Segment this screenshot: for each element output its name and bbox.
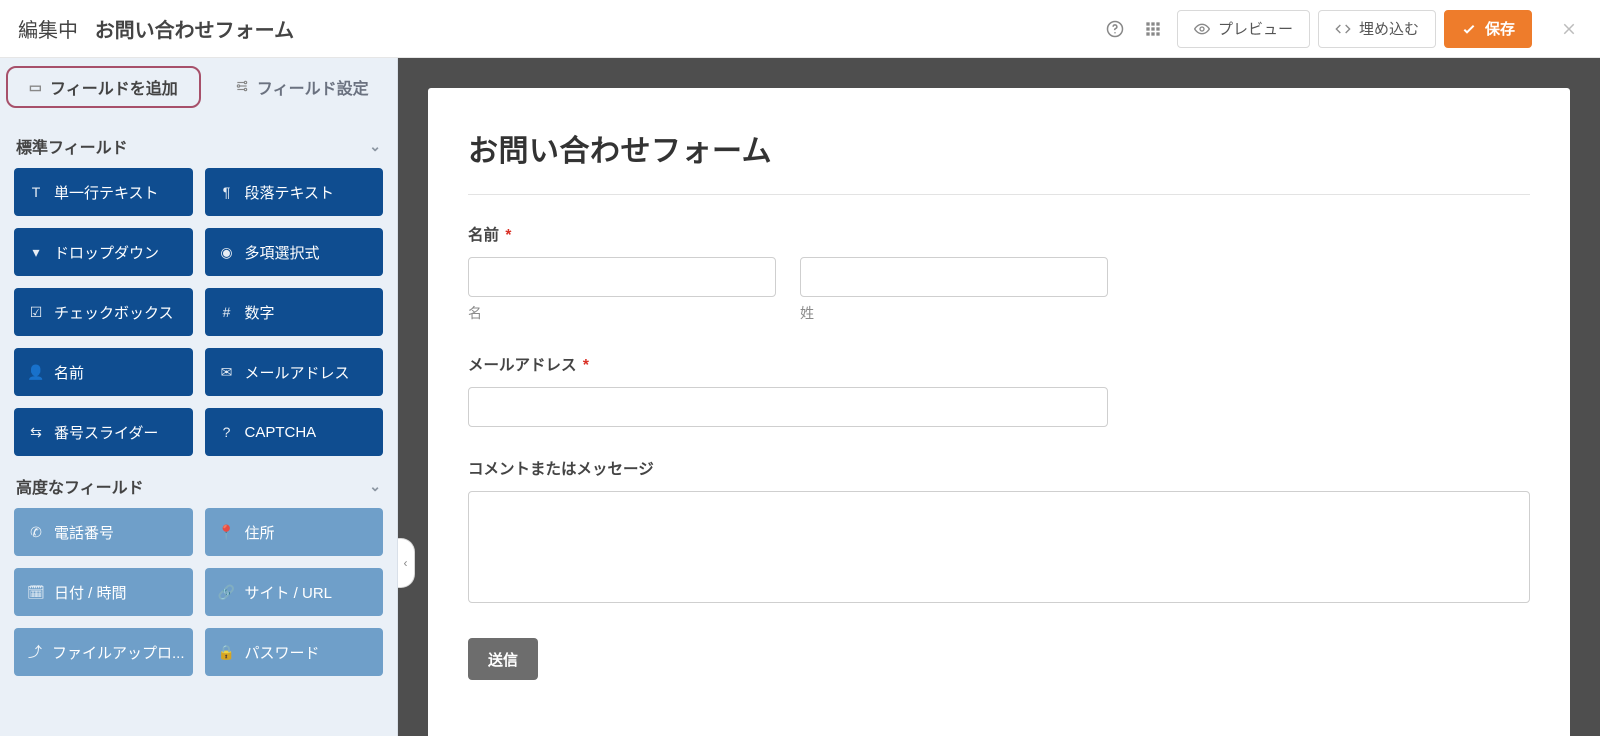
last-name-sublabel: 姓: [800, 303, 1108, 323]
field-tile-dropdown[interactable]: ▾ドロップダウン: [14, 228, 193, 276]
section-advanced-header[interactable]: 高度なフィールド ⌄: [14, 470, 383, 508]
comment-textarea[interactable]: [468, 491, 1530, 603]
field-tile-number[interactable]: #数字: [205, 288, 384, 336]
field-name[interactable]: 名前 * 名 姓: [468, 223, 1530, 323]
apps-grid-icon[interactable]: [1139, 15, 1167, 43]
chevron-down-icon: ⌄: [369, 138, 381, 155]
field-tile-address[interactable]: 📍住所: [205, 508, 384, 556]
link-icon: 🔗: [219, 584, 235, 601]
field-comment[interactable]: コメントまたはメッセージ: [468, 457, 1530, 608]
help-icon[interactable]: [1101, 15, 1129, 43]
embed-button[interactable]: 埋め込む: [1318, 10, 1436, 48]
save-button[interactable]: 保存: [1444, 10, 1532, 48]
code-icon: [1335, 21, 1351, 37]
required-mark: *: [505, 227, 511, 244]
field-tile-checkbox[interactable]: ☑チェックボックス: [14, 288, 193, 336]
field-tile-radio[interactable]: ◉多項選択式: [205, 228, 384, 276]
tab-field-settings-label: フィールド設定: [257, 75, 369, 99]
lock-icon: 🔒: [219, 644, 235, 661]
preview-label: プレビュー: [1218, 18, 1293, 39]
dropdown-icon: ▾: [28, 244, 44, 261]
save-label: 保存: [1485, 18, 1515, 39]
sidebar-tabs: ▭ フィールドを追加 フィールド設定: [0, 58, 397, 116]
field-tile-upload[interactable]: ⤴ファイルアップロ...: [14, 628, 193, 676]
field-name-label: 名前 *: [468, 223, 1530, 245]
pin-icon: 📍: [219, 524, 235, 541]
field-email-label: メールアドレス *: [468, 353, 1530, 375]
form-canvas[interactable]: ‹ お問い合わせフォーム 名前 * 名 姓: [398, 58, 1600, 736]
user-icon: 👤: [28, 364, 44, 381]
last-name-input[interactable]: [800, 257, 1108, 297]
hash-icon: #: [219, 304, 235, 320]
field-tile-phone[interactable]: ✆電話番号: [14, 508, 193, 556]
section-standard-label: 標準フィールド: [16, 134, 128, 158]
eye-icon: [1194, 21, 1210, 37]
field-tile-email[interactable]: ✉メールアドレス: [205, 348, 384, 396]
first-name-sublabel: 名: [468, 303, 776, 323]
calendar-icon: 🗓: [28, 584, 44, 601]
sidebar: ▭ フィールドを追加 フィールド設定 標準フィールド ⌄ T単一行テキスト ¶段…: [0, 58, 398, 736]
advanced-field-grid: ✆電話番号 📍住所 🗓日付 / 時間 🔗サイト / URL ⤴ファイルアップロ.…: [14, 508, 383, 676]
question-icon: ?: [219, 424, 235, 440]
field-comment-label: コメントまたはメッセージ: [468, 457, 1530, 479]
section-advanced-label: 高度なフィールド: [16, 474, 144, 498]
phone-icon: ✆: [28, 524, 44, 541]
checkbox-icon: ☑: [28, 304, 44, 321]
field-tile-text[interactable]: T単一行テキスト: [14, 168, 193, 216]
field-tile-name[interactable]: 👤名前: [14, 348, 193, 396]
window-icon: ▭: [29, 79, 42, 96]
close-icon[interactable]: [1550, 10, 1588, 48]
field-tile-captcha[interactable]: ?CAPTCHA: [205, 408, 384, 456]
slider-icon: ⇆: [28, 424, 44, 441]
tab-add-field-label: フィールドを追加: [50, 75, 178, 99]
upload-icon: ⤴: [28, 642, 42, 662]
field-tile-url[interactable]: 🔗サイト / URL: [205, 568, 384, 616]
tab-add-field[interactable]: ▭ フィールドを追加: [6, 66, 201, 108]
required-mark: *: [583, 357, 589, 374]
radio-icon: ◉: [219, 244, 235, 261]
editing-prefix: 編集中: [18, 20, 78, 42]
sidebar-scroll[interactable]: 標準フィールド ⌄ T単一行テキスト ¶段落テキスト ▾ドロップダウン ◉多項選…: [0, 116, 397, 736]
field-email[interactable]: メールアドレス *: [468, 353, 1530, 427]
field-tile-paragraph[interactable]: ¶段落テキスト: [205, 168, 384, 216]
tab-field-settings[interactable]: フィールド設定: [207, 58, 398, 116]
page-title: 編集中 お問い合わせフォーム: [18, 14, 294, 43]
sliders-icon: [235, 79, 249, 96]
field-tile-password[interactable]: 🔒パスワード: [205, 628, 384, 676]
form-card: お問い合わせフォーム 名前 * 名 姓: [428, 88, 1570, 736]
standard-field-grid: T単一行テキスト ¶段落テキスト ▾ドロップダウン ◉多項選択式 ☑チェックボッ…: [14, 168, 383, 456]
check-icon: [1461, 21, 1477, 37]
chevron-down-icon: ⌄: [369, 478, 381, 495]
first-name-input[interactable]: [468, 257, 776, 297]
paragraph-icon: ¶: [219, 184, 235, 200]
text-icon: T: [28, 184, 44, 200]
field-tile-slider[interactable]: ⇆番号スライダー: [14, 408, 193, 456]
mail-icon: ✉: [219, 364, 235, 381]
email-input[interactable]: [468, 387, 1108, 427]
divider: [468, 194, 1530, 195]
sidebar-collapse-handle[interactable]: ‹: [398, 538, 415, 588]
section-standard-header[interactable]: 標準フィールド ⌄: [14, 130, 383, 168]
field-tile-date[interactable]: 🗓日付 / 時間: [14, 568, 193, 616]
topbar: 編集中 お問い合わせフォーム プレビュー 埋め込む 保存: [0, 0, 1600, 58]
embed-label: 埋め込む: [1359, 18, 1419, 39]
submit-button[interactable]: 送信: [468, 638, 538, 680]
form-name: お問い合わせフォーム: [95, 20, 294, 42]
form-title: お問い合わせフォーム: [468, 126, 1530, 170]
main-layout: ▭ フィールドを追加 フィールド設定 標準フィールド ⌄ T単一行テキスト ¶段…: [0, 58, 1600, 736]
preview-button[interactable]: プレビュー: [1177, 10, 1310, 48]
